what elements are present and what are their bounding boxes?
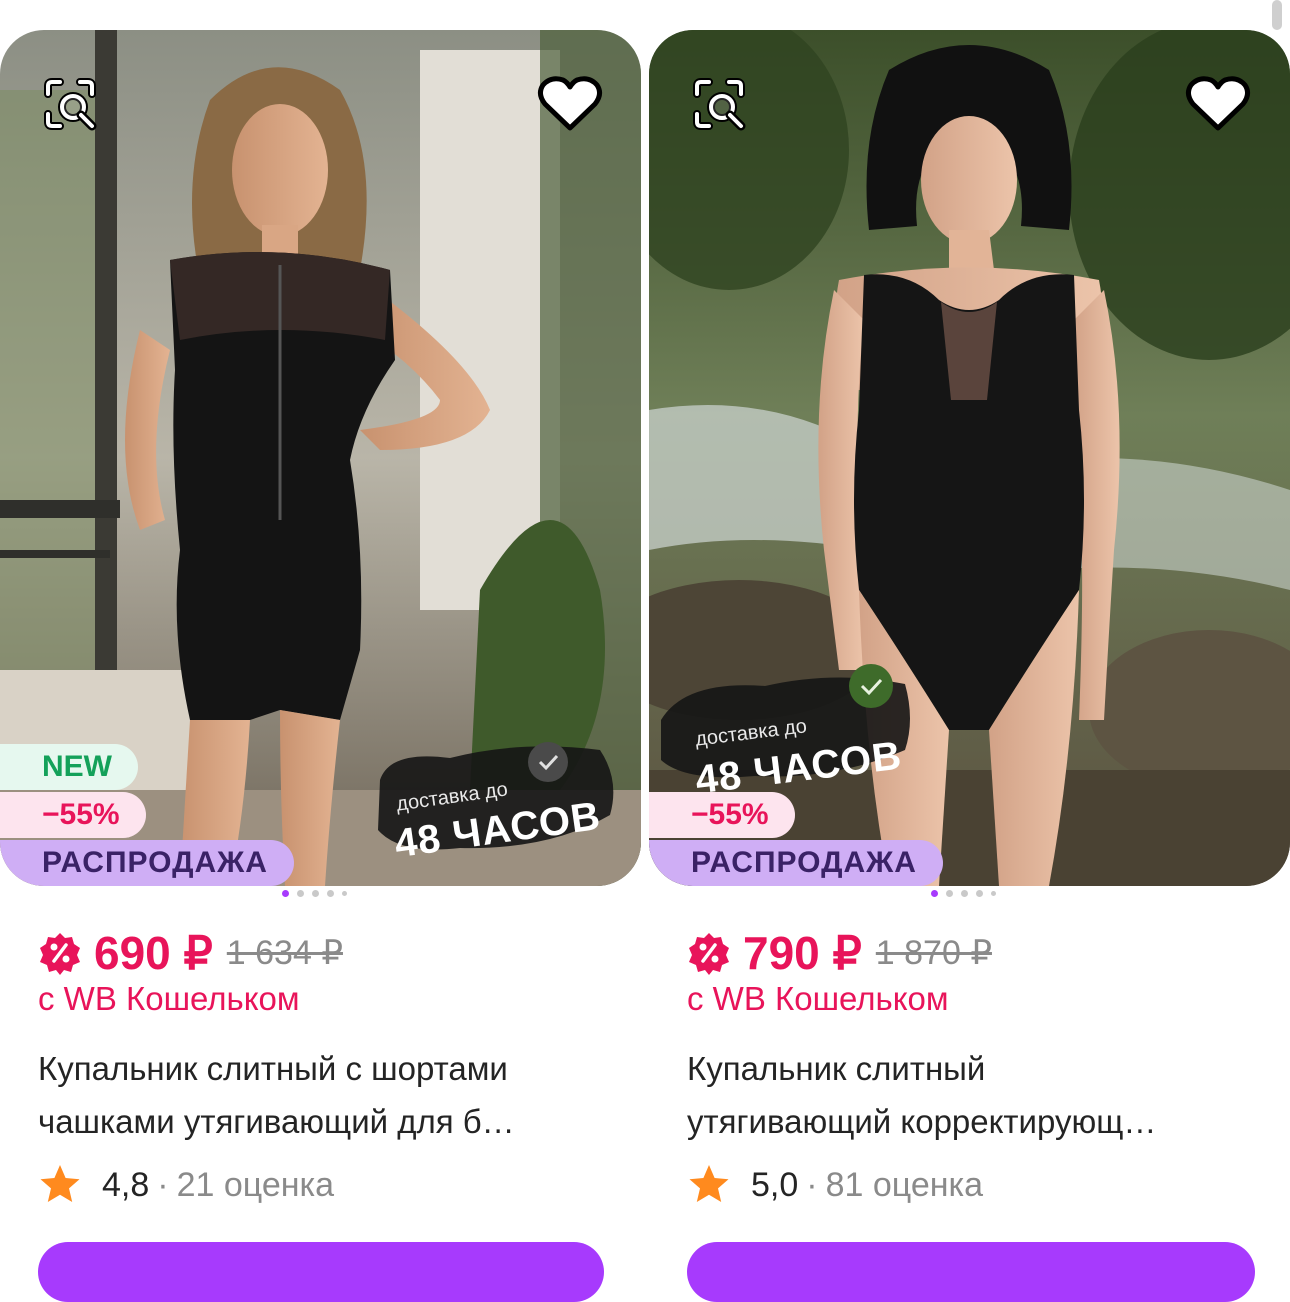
pagination-dot[interactable] [991,891,996,896]
image-search-button[interactable] [34,68,106,140]
current-price: 790 ₽ [743,927,862,979]
add-to-cart-button[interactable] [687,1242,1255,1302]
heart-icon [1185,76,1251,131]
product-title-line: Купальник слитный с шортами [38,1050,508,1087]
star-icon [689,1165,729,1202]
delivery-sticker: доставка до 48 ЧАСОВ [655,650,915,802]
product-card[interactable]: доставка до 48 ЧАСОВ −55% РАСПРОДАЖА 790… [649,30,1290,1302]
sale-badge: РАСПРОДАЖА [649,840,943,886]
discount-badge: −55% [649,792,795,838]
heart-icon [537,76,603,131]
product-title-line: утягивающий корректирующ… [687,1103,1157,1140]
star-icon [40,1165,80,1202]
favorite-button[interactable] [1182,68,1254,140]
rating-separator: · [806,1165,818,1204]
product-photo[interactable]: доставка до 48 ЧАСОВ NEW −55% РАСПРОДАЖА [0,30,641,886]
old-price: 1 634 ₽ [226,934,343,972]
sale-badge: РАСПРОДАЖА [0,840,294,886]
wallet-price-note: с WB Кошельком [38,980,300,1017]
pagination-dot[interactable] [931,890,938,897]
pagination-dot[interactable] [297,890,304,897]
image-pagination[interactable] [282,890,347,897]
product-title-line: чашками утягивающий для б… [38,1103,515,1140]
rating-value: 4,8 [102,1165,150,1204]
pagination-dot[interactable] [946,890,953,897]
product-title[interactable]: Купальник слитный утягивающий корректиру… [687,1042,1247,1148]
image-pagination[interactable] [931,890,996,897]
pagination-dot[interactable] [327,890,334,897]
wallet-price-note: с WB Кошельком [687,980,949,1017]
rating-row: 4,8 · 21 оценка [38,1160,334,1210]
discount-badge: −55% [0,792,146,838]
rating-row: 5,0 · 81 оценка [687,1160,983,1210]
favorite-button[interactable] [534,68,606,140]
wallet-discount-icon [40,933,80,975]
price-row: 790 ₽ 1 870 ₽ [687,923,992,983]
pagination-dot[interactable] [312,890,319,897]
product-title[interactable]: Купальник слитный с шортами чашками утяг… [38,1042,608,1148]
pagination-dot[interactable] [961,890,968,897]
product-title-line: Купальник слитный [687,1050,986,1087]
image-search-icon [693,78,746,131]
product-photo[interactable]: доставка до 48 ЧАСОВ −55% РАСПРОДАЖА [649,30,1290,886]
add-to-cart-button[interactable] [38,1242,604,1302]
image-search-button[interactable] [683,68,755,140]
product-card[interactable]: доставка до 48 ЧАСОВ NEW −55% РАСПРОДАЖА… [0,30,641,1302]
pagination-dot[interactable] [976,890,983,897]
rating-separator: · [157,1165,169,1204]
wallet-discount-icon [689,933,729,975]
price-row: 690 ₽ 1 634 ₽ [38,923,343,983]
pagination-dot[interactable] [282,890,289,897]
pagination-dot[interactable] [342,891,347,896]
reviews-count[interactable]: 21 оценка [177,1166,334,1205]
scrollbar[interactable] [1272,0,1282,30]
reviews-count[interactable]: 81 оценка [826,1166,983,1205]
old-price: 1 870 ₽ [875,934,992,972]
image-search-icon [44,78,97,131]
new-badge: NEW [0,744,138,790]
delivery-sticker: доставка до 48 ЧАСОВ [370,720,630,866]
rating-value: 5,0 [751,1165,799,1204]
current-price: 690 ₽ [94,927,213,979]
